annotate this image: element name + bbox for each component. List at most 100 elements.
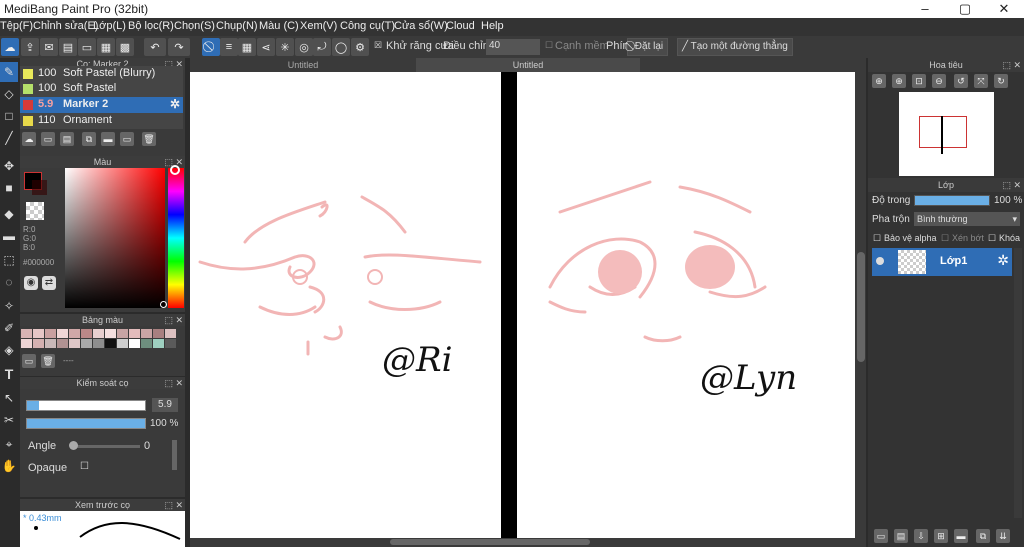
- vertical-scrollbar-thumb[interactable]: [857, 252, 865, 362]
- operation-tool-icon[interactable]: ↖: [0, 388, 18, 408]
- redo-icon[interactable]: ↷: [168, 38, 190, 56]
- palette-swatch[interactable]: [105, 329, 116, 338]
- eye-icon[interactable]: [876, 257, 884, 265]
- divide-tool-icon[interactable]: ✂: [0, 410, 18, 430]
- new-brush-icon[interactable]: ▭: [41, 132, 55, 146]
- new-layer-2-icon[interactable]: ▤: [894, 529, 908, 543]
- horizontal-scrollbar[interactable]: [190, 538, 856, 547]
- fill-tool-icon[interactable]: ◆: [0, 204, 18, 224]
- cloud-icon[interactable]: ☁: [1, 38, 19, 56]
- size-slider[interactable]: [26, 400, 146, 411]
- move-tool-icon[interactable]: ✥: [0, 156, 18, 176]
- zoom-in-icon[interactable]: ⊕: [872, 74, 886, 88]
- maximize-button[interactable]: ▢: [945, 0, 985, 18]
- folder-icon[interactable]: ▬: [954, 529, 968, 543]
- zoom-out-icon[interactable]: ⊖: [932, 74, 946, 88]
- palette-swatch[interactable]: [69, 339, 80, 348]
- size-value[interactable]: 5.9: [152, 398, 178, 412]
- add-brush-icon[interactable]: ☁: [22, 132, 36, 146]
- brush-item[interactable]: 100 Soft Pastel: [20, 81, 183, 97]
- palette-swatch[interactable]: [129, 339, 140, 348]
- magic-wand-icon[interactable]: ✧: [0, 296, 18, 316]
- menu-cloud[interactable]: Cloud: [446, 20, 475, 32]
- hue-handle[interactable]: [170, 165, 180, 175]
- palette-swatch[interactable]: [93, 339, 104, 348]
- merge-layer-icon[interactable]: ⇊: [996, 529, 1010, 543]
- palette-swatch[interactable]: [153, 329, 164, 338]
- cross-snap-icon[interactable]: ▦: [238, 38, 256, 56]
- curve-snap-icon[interactable]: ⤾: [313, 38, 331, 56]
- select-eraser-icon[interactable]: ◈: [0, 340, 18, 360]
- palette-swatch[interactable]: [93, 329, 104, 338]
- gear-icon[interactable]: ✲: [170, 97, 180, 111]
- menu-edit[interactable]: Chỉnh sửa(E): [33, 20, 98, 32]
- menu-help[interactable]: Help: [481, 20, 504, 32]
- color-picker-handle[interactable]: [160, 301, 167, 308]
- layer-row[interactable]: Lớp1 ✲: [872, 248, 1012, 276]
- palette-swatch[interactable]: [81, 339, 92, 348]
- gradient-tool-icon[interactable]: ▬: [0, 226, 18, 246]
- palette-swatch[interactable]: [57, 339, 68, 348]
- select-pen-icon[interactable]: ✐: [0, 318, 18, 338]
- panel-close-icon[interactable]: ⬚ ✕: [164, 499, 183, 511]
- ellipse-snap-icon[interactable]: ◯: [332, 38, 350, 56]
- menu-file[interactable]: Tệp(F): [0, 20, 33, 32]
- palette-swatch[interactable]: [165, 339, 176, 348]
- menu-capture[interactable]: Chụp(N): [216, 20, 258, 32]
- palette-swatch[interactable]: [117, 339, 128, 348]
- gear-icon[interactable]: ✲: [997, 252, 1009, 269]
- palette-swatch[interactable]: [21, 339, 32, 348]
- share-icon[interactable]: ⇪: [21, 38, 39, 56]
- palette-swatch[interactable]: [141, 339, 152, 348]
- opaque-checkbox[interactable]: ☐: [80, 461, 89, 472]
- shape-tool-icon[interactable]: ■: [0, 178, 18, 198]
- text-tool-icon[interactable]: T: [0, 364, 18, 384]
- panel-close-icon[interactable]: ⬚ ✕: [1002, 58, 1021, 72]
- brush-control-scrollbar[interactable]: [172, 440, 177, 470]
- palette-swatch[interactable]: [45, 329, 56, 338]
- new-palette-icon[interactable]: ▭: [22, 354, 36, 368]
- tab-untitled-1[interactable]: Untitled: [190, 58, 416, 72]
- folder-icon[interactable]: ▬: [101, 132, 115, 146]
- folder-open-icon[interactable]: ▭: [120, 132, 134, 146]
- panel-close-icon[interactable]: ⬚ ✕: [164, 314, 183, 326]
- palette-swatch[interactable]: [81, 329, 92, 338]
- color-swap-icon[interactable]: ⇄: [42, 276, 56, 290]
- palette-swatch[interactable]: [165, 329, 176, 338]
- palette-swatch[interactable]: [57, 329, 68, 338]
- palette-icon[interactable]: ◉: [24, 276, 38, 290]
- line-tool-icon[interactable]: ╱: [0, 128, 18, 148]
- rotate-left-icon[interactable]: ↺: [954, 74, 968, 88]
- minimize-button[interactable]: –: [905, 0, 945, 18]
- angle-slider[interactable]: [70, 445, 140, 448]
- menu-tools[interactable]: Công cụ(T): [340, 20, 395, 32]
- lock-checkbox[interactable]: ☐: [988, 233, 996, 244]
- palette-swatch[interactable]: [129, 329, 140, 338]
- close-button[interactable]: ✕: [984, 0, 1024, 18]
- duplicate-layer-icon[interactable]: ⧉: [976, 529, 990, 543]
- soft-edge-checkbox[interactable]: ☐: [545, 40, 553, 51]
- rotate-right-icon[interactable]: ↻: [994, 74, 1008, 88]
- import-layer-icon[interactable]: ⇩: [914, 529, 928, 543]
- palette-swatch[interactable]: [141, 329, 152, 338]
- palette-swatch[interactable]: [33, 329, 44, 338]
- zoom-in-2-icon[interactable]: ⊕: [892, 74, 906, 88]
- delete-palette-icon[interactable]: 🗑: [41, 354, 55, 368]
- blend-select[interactable]: Bình thường ▾: [914, 212, 1020, 226]
- layer-scrollbar[interactable]: [1014, 248, 1022, 518]
- palette-swatch[interactable]: [153, 339, 164, 348]
- layer-opacity-slider[interactable]: [914, 195, 990, 206]
- circle-snap-icon[interactable]: ◎: [295, 38, 313, 56]
- protect-alpha-checkbox[interactable]: ☐: [873, 233, 881, 244]
- snap-off-icon[interactable]: ⃠: [202, 38, 220, 56]
- angle-handle[interactable]: [69, 441, 78, 450]
- vertical-scrollbar[interactable]: [856, 72, 866, 547]
- brush-item-selected[interactable]: 5.9 Marker 2 ✲: [20, 97, 183, 113]
- brush-item[interactable]: 100 Soft Pastel (Blurry): [20, 66, 183, 82]
- add-layer-menu-icon[interactable]: ⊞: [934, 529, 948, 543]
- opacity-slider[interactable]: [26, 418, 146, 429]
- brush-item[interactable]: 110 Ornament: [20, 113, 183, 129]
- reset-button[interactable]: ⃠ Đặt lại: [627, 38, 669, 56]
- palette-swatch[interactable]: [117, 329, 128, 338]
- palette-swatch[interactable]: [21, 329, 32, 338]
